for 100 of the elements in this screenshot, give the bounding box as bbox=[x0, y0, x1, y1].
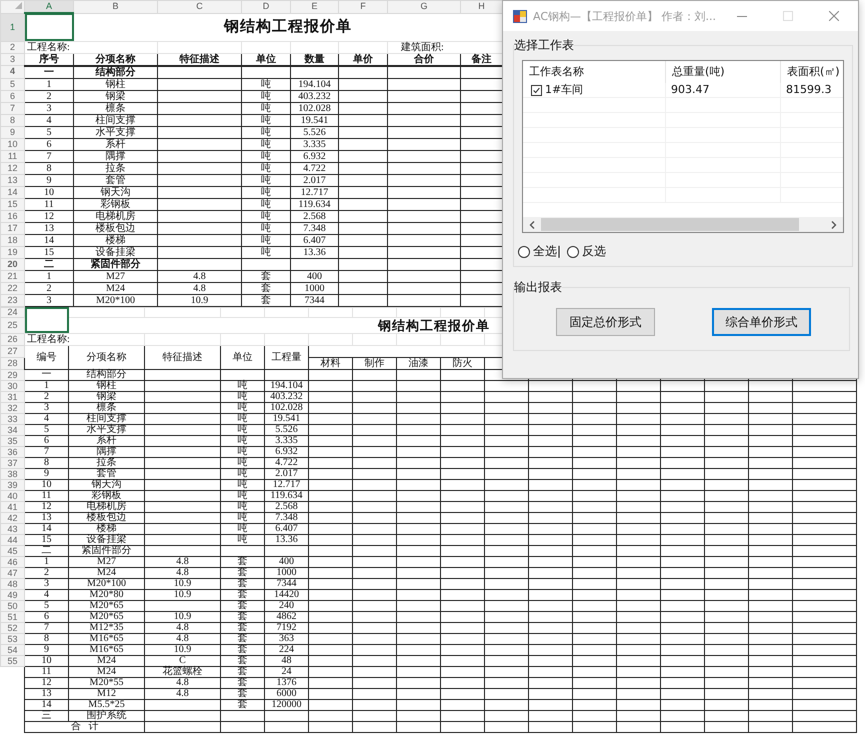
row-number[interactable]: 16 bbox=[0, 210, 24, 222]
row-number[interactable]: 19 bbox=[0, 246, 24, 258]
row-number[interactable]: 34 bbox=[0, 424, 24, 435]
column-header[interactable]: A bbox=[24, 0, 74, 13]
row-number[interactable]: 35 bbox=[0, 435, 24, 446]
row-number[interactable]: 2 bbox=[0, 41, 24, 53]
row-number[interactable]: 39 bbox=[0, 479, 24, 490]
selected-cell[interactable] bbox=[24, 307, 68, 333]
table-cell: 钢天沟 bbox=[74, 186, 158, 198]
row-number[interactable]: 50 bbox=[0, 600, 24, 611]
row-number[interactable]: 7 bbox=[0, 102, 24, 114]
row-number[interactable]: 31 bbox=[0, 391, 24, 402]
table-cell: 吨 bbox=[220, 413, 264, 424]
row-number[interactable]: 18 bbox=[0, 234, 24, 246]
row-number[interactable]: 6 bbox=[0, 90, 24, 102]
row-number[interactable]: 15 bbox=[0, 198, 24, 210]
horizontal-scrollbar[interactable] bbox=[523, 217, 843, 232]
row-number[interactable]: 29 bbox=[0, 369, 24, 380]
scrollbar-thumb[interactable] bbox=[541, 218, 799, 231]
row-number[interactable]: 17 bbox=[0, 222, 24, 234]
row-number[interactable]: 27 bbox=[0, 345, 24, 357]
selected-cell[interactable] bbox=[24, 13, 74, 41]
table-cell: 吨 bbox=[242, 126, 290, 138]
table-cell: 吨 bbox=[242, 210, 290, 222]
table-cell: 1 bbox=[24, 380, 68, 391]
column-header[interactable]: G bbox=[388, 0, 460, 13]
report-button[interactable]: 综合单价形式 bbox=[712, 308, 811, 336]
table-cell: 1 bbox=[24, 78, 74, 90]
chevron-right-icon[interactable] bbox=[831, 220, 837, 228]
table-cell: 4 bbox=[24, 413, 68, 424]
radio-option[interactable]: 反选 bbox=[567, 243, 606, 260]
chevron-left-icon[interactable] bbox=[529, 220, 535, 228]
row-number[interactable]: 52 bbox=[0, 622, 24, 633]
row-number[interactable]: 28 bbox=[0, 357, 24, 369]
column-header[interactable]: C bbox=[158, 0, 242, 13]
table-cell: 14 bbox=[24, 699, 68, 710]
row-number[interactable]: 10 bbox=[0, 138, 24, 150]
row-number[interactable]: 33 bbox=[0, 413, 24, 424]
checkbox[interactable] bbox=[531, 84, 542, 96]
row-number[interactable]: 45 bbox=[0, 545, 24, 556]
row-number[interactable]: 51 bbox=[0, 611, 24, 622]
row-number[interactable]: 9 bbox=[0, 126, 24, 138]
table-cell: 10 bbox=[24, 655, 68, 666]
radio-button[interactable] bbox=[567, 246, 580, 258]
row-number[interactable]: 3 bbox=[0, 53, 24, 66]
row-number[interactable]: 25 bbox=[0, 317, 24, 333]
row-number[interactable]: 13 bbox=[0, 174, 24, 186]
table-cell: 套 bbox=[242, 282, 290, 294]
row-number[interactable]: 55 bbox=[0, 655, 24, 666]
table-cell: 套 bbox=[220, 644, 264, 655]
close-icon[interactable] bbox=[829, 11, 839, 21]
row-number[interactable]: 37 bbox=[0, 457, 24, 468]
table-cell: 5.526 bbox=[264, 424, 308, 435]
row-number[interactable]: 43 bbox=[0, 523, 24, 534]
row-number[interactable]: 46 bbox=[0, 556, 24, 567]
radio-button[interactable] bbox=[518, 246, 530, 258]
row-number[interactable]: 54 bbox=[0, 644, 24, 655]
report-button[interactable]: 固定总价形式 bbox=[556, 308, 655, 336]
row-number[interactable]: 1 bbox=[0, 13, 24, 41]
column-header[interactable]: F bbox=[338, 0, 388, 13]
row-number[interactable]: 26 bbox=[0, 333, 24, 345]
column-header[interactable]: E bbox=[290, 0, 338, 13]
row-number[interactable]: 24 bbox=[0, 307, 24, 317]
row-number[interactable]: 49 bbox=[0, 589, 24, 600]
list-column-header[interactable]: 工作表名称 bbox=[523, 61, 666, 83]
row-number[interactable]: 36 bbox=[0, 446, 24, 457]
table-cell: 12 bbox=[24, 677, 68, 688]
table-cell: 系杆 bbox=[74, 138, 158, 150]
row-number[interactable]: 22 bbox=[0, 282, 24, 294]
row-number[interactable]: 14 bbox=[0, 186, 24, 198]
row-number[interactable]: 21 bbox=[0, 270, 24, 282]
row-number[interactable]: 8 bbox=[0, 114, 24, 126]
column-header[interactable]: D bbox=[242, 0, 290, 13]
row-number[interactable]: 40 bbox=[0, 490, 24, 501]
row-number[interactable]: 11 bbox=[0, 150, 24, 162]
row-number[interactable]: 47 bbox=[0, 567, 24, 578]
row-number[interactable]: 12 bbox=[0, 162, 24, 174]
row-number[interactable]: 32 bbox=[0, 402, 24, 413]
table-cell: 15 bbox=[24, 534, 68, 545]
row-number[interactable]: 42 bbox=[0, 512, 24, 523]
table-cell: 3 bbox=[24, 402, 68, 413]
table-cell: 4.8 bbox=[144, 677, 220, 688]
row-number[interactable]: 23 bbox=[0, 294, 24, 306]
row-number[interactable]: 20 bbox=[0, 258, 24, 270]
column-header[interactable]: H bbox=[460, 0, 502, 13]
column-header[interactable]: B bbox=[74, 0, 158, 13]
row-number[interactable]: 5 bbox=[0, 78, 24, 90]
row-number[interactable]: 53 bbox=[0, 633, 24, 644]
row-number[interactable]: 38 bbox=[0, 468, 24, 479]
list-column-header[interactable]: 总重量(吨) bbox=[666, 61, 781, 83]
row-number[interactable]: 41 bbox=[0, 501, 24, 512]
table-cell: 6.407 bbox=[290, 234, 338, 246]
list-column-header[interactable]: 表面积(㎡) bbox=[781, 61, 843, 83]
sheet-name[interactable]: 1#车间 bbox=[545, 83, 584, 97]
table-cell: 6 bbox=[24, 611, 68, 622]
row-number[interactable]: 44 bbox=[0, 534, 24, 545]
row-number[interactable]: 4 bbox=[0, 66, 24, 78]
radio-option[interactable]: 全选| bbox=[518, 243, 562, 260]
row-number[interactable]: 48 bbox=[0, 578, 24, 589]
row-number[interactable]: 30 bbox=[0, 380, 24, 391]
